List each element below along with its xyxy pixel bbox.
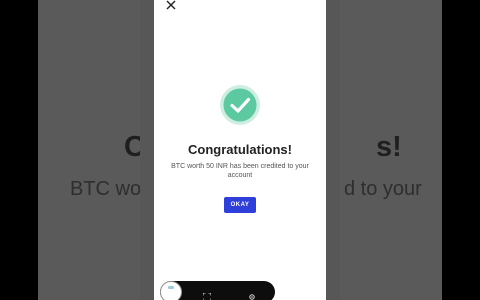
success-dialog: Congratulations! BTC worth 50 INR has be… <box>154 0 326 300</box>
settings-icon[interactable] <box>248 288 256 300</box>
dialog-title: Congratulations! <box>188 142 292 157</box>
screen: C s! BTC wort d to your Congratulations!… <box>0 0 480 300</box>
okay-button[interactable]: OKAY <box>224 197 256 213</box>
check-circle-icon <box>219 84 261 126</box>
dialog-message: BTC worth 50 INR has been credited to yo… <box>171 163 309 179</box>
fullscreen-icon[interactable] <box>202 288 212 300</box>
right-divider <box>326 0 340 300</box>
avatar[interactable] <box>160 281 182 300</box>
background-subtitle-fragment-right: d to your <box>344 178 422 200</box>
background-title-fragment-right: s! <box>376 131 402 163</box>
left-divider <box>140 0 154 300</box>
close-icon[interactable] <box>164 0 178 12</box>
player-toolbar <box>160 281 275 300</box>
